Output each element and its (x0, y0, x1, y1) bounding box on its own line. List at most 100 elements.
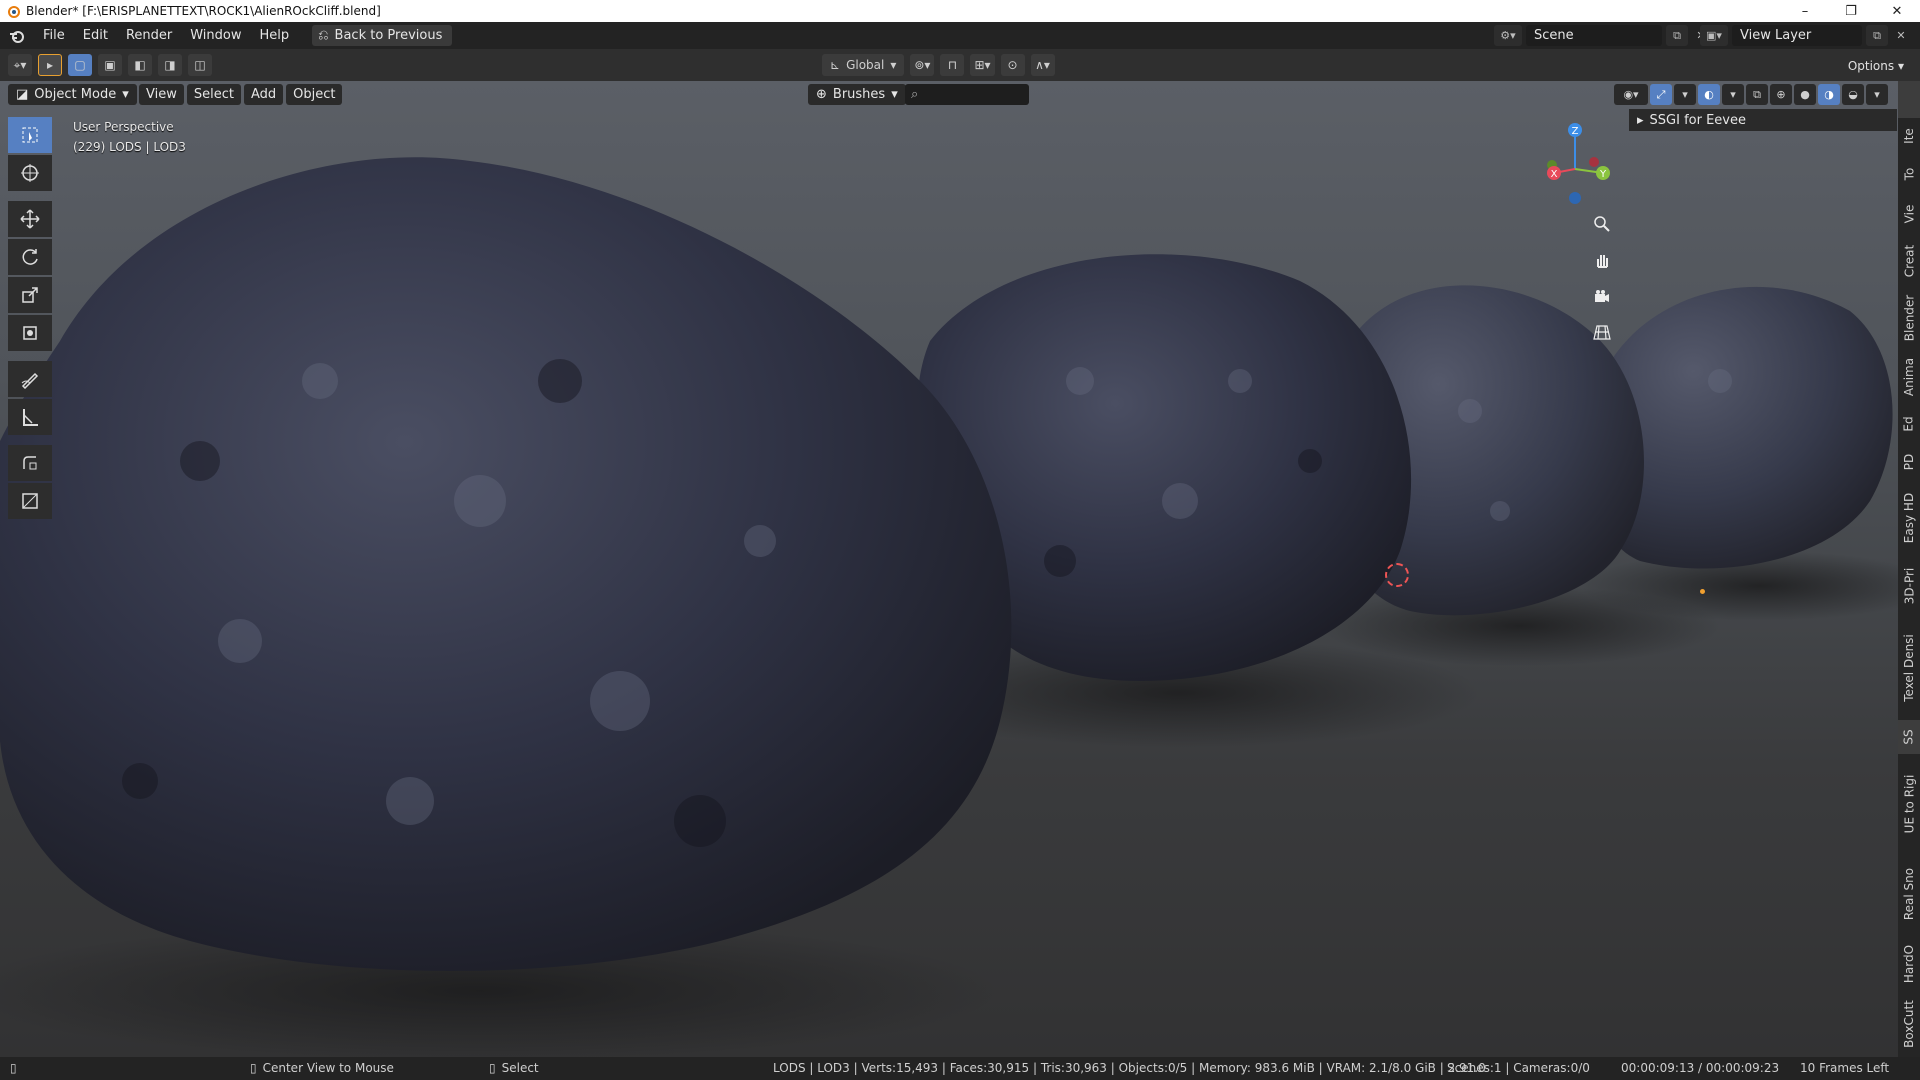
mouse-left-icon: ▯ (489, 1061, 496, 1075)
snap-toggle-icon[interactable]: ⊓ (940, 54, 965, 76)
annotate-tool[interactable] (8, 361, 52, 397)
sidebar-tab-item[interactable]: Ite (1898, 118, 1920, 154)
view-layer-name-field[interactable]: View Layer (1732, 25, 1862, 46)
active-object-label: (229) LODS | LOD3 (73, 140, 186, 154)
pivot-point-icon[interactable]: ⊚▾ (910, 54, 935, 76)
solid-shading-icon[interactable]: ● (1794, 84, 1816, 105)
options-label: Options (1847, 58, 1895, 73)
select-box-tool[interactable] (8, 117, 52, 153)
sidebar-tab-3d-print[interactable]: 3D-Pri (1898, 556, 1920, 616)
back-icon: ⎌ (318, 28, 329, 43)
rendered-shading-icon[interactable]: ◒ (1842, 84, 1864, 105)
visibility-icon[interactable]: ◉▾ (1614, 84, 1648, 105)
material-preview-icon[interactable]: ◑ (1818, 84, 1840, 105)
overlays-toggle-icon[interactable]: ◐ (1698, 84, 1720, 105)
transform-tool[interactable] (8, 315, 52, 351)
select-invert-icon[interactable]: ◨ (158, 54, 182, 76)
sidebar-tab-create[interactable]: Creat (1898, 236, 1920, 286)
transform-orientation-dropdown[interactable]: ⊾ Global ▾ (822, 54, 905, 76)
pan-hand-icon[interactable] (1587, 245, 1617, 275)
menu-edit[interactable]: Edit (74, 22, 117, 49)
sidebar-tab-tool[interactable]: To (1898, 156, 1920, 192)
select-new-icon[interactable]: ▢ (68, 54, 92, 76)
menu-window[interactable]: Window (181, 22, 250, 49)
frames-left: 10 Frames Left (1800, 1061, 1890, 1075)
scene-name-field[interactable]: Scene (1526, 25, 1662, 46)
add-cube-icon (23, 456, 37, 470)
select-extend-icon[interactable]: ▣ (98, 54, 122, 76)
sidebar-tab-view[interactable]: Vie (1898, 194, 1920, 234)
viewport-menu-object[interactable]: Object (286, 84, 343, 105)
globe-icon: ⊕ (816, 87, 827, 102)
move-tool[interactable] (8, 201, 52, 237)
sidebar-tab-blenderkit[interactable]: Blender (1898, 288, 1920, 348)
menu-render[interactable]: Render (117, 22, 181, 49)
viewport-menu-view[interactable]: View (139, 84, 184, 105)
3d-viewport[interactable]: ◪ Object Mode ▾ View Select Add Object ⊕… (0, 81, 1898, 1057)
viewport-menu-add[interactable]: Add (243, 84, 284, 105)
brushes-dropdown[interactable]: ⊕ Brushes ▾ (808, 84, 906, 105)
cursor-tool[interactable] (8, 155, 52, 191)
gizmo-neg-x[interactable] (1589, 157, 1599, 167)
sidebar-tab-real-snow[interactable]: Real Sno (1898, 854, 1920, 934)
status-hint-select: ▯ Select (489, 1061, 539, 1075)
options-dropdown[interactable]: Options ▾ (1839, 55, 1912, 76)
gizmo-toggle-icon[interactable]: ⤢ (1650, 84, 1672, 105)
select-intersect-icon[interactable]: ◫ (188, 54, 212, 76)
mouse-middle-icon: ▯ (250, 1061, 257, 1075)
new-view-layer-icon[interactable]: ⧉ (1866, 25, 1888, 46)
viewport-menu-select[interactable]: Select (186, 84, 241, 105)
sidebar-tab-edit[interactable]: Ed (1898, 406, 1920, 442)
shading-menu-icon[interactable]: ▾ (1866, 84, 1888, 105)
wireframe-shading-icon[interactable]: ⊕ (1770, 84, 1792, 105)
overlays-menu-icon[interactable]: ▾ (1722, 84, 1744, 105)
add-cube-tool[interactable] (8, 445, 52, 481)
sidebar-tab-pd[interactable]: PD (1898, 444, 1920, 480)
select-subtract-icon[interactable]: ◧ (128, 54, 152, 76)
zoom-icon[interactable] (1587, 209, 1617, 239)
menu-file[interactable]: File (34, 22, 74, 49)
minimize-button[interactable]: – (1782, 0, 1828, 22)
ssgi-panel-header[interactable]: ▸ SSGI for Eevee (1629, 109, 1897, 131)
sidebar-tabs: Ite To Vie Creat Blender Anima Ed PD Eas… (1898, 118, 1920, 1057)
maximize-button[interactable]: ❐ (1828, 0, 1874, 22)
sidebar-tab-easy-hdri[interactable]: Easy HD (1898, 482, 1920, 554)
sidebar-tab-ue-to-rigify[interactable]: UE to Rigi (1898, 756, 1920, 852)
camera-view-icon[interactable] (1587, 281, 1617, 311)
gizmo-neg-z[interactable] (1569, 192, 1581, 204)
scene-browse-icon[interactable]: ⚙▾ (1494, 25, 1522, 46)
perspective-toggle-icon[interactable] (1587, 317, 1617, 347)
falloff-icon[interactable]: ∧▾ (1030, 54, 1055, 76)
3d-cursor[interactable] (1385, 563, 1409, 587)
select-tool-icon[interactable]: ▸ (38, 54, 62, 76)
blender-app-icon (8, 6, 20, 18)
object-mode-dropdown[interactable]: ◪ Object Mode ▾ (8, 84, 137, 105)
xray-toggle-icon[interactable]: ⧉ (1746, 84, 1768, 105)
new-scene-icon[interactable]: ⧉ (1666, 25, 1688, 46)
proportional-edit-icon[interactable]: ⊙ (1000, 54, 1025, 76)
sidebar-tab-boxcutter[interactable]: BoxCutt (1898, 994, 1920, 1054)
window-title: Blender* [F:\ERISPLANETTEXT\ROCK1\AlienR… (26, 4, 381, 18)
close-button[interactable]: ✕ (1874, 0, 1920, 22)
delete-view-layer-icon[interactable]: ✕ (1892, 25, 1910, 46)
back-to-previous-button[interactable]: ⎌ Back to Previous (312, 25, 453, 46)
snap-target-icon[interactable]: ⊞▾ (970, 54, 995, 76)
gizmo-menu-icon[interactable]: ▾ (1674, 84, 1696, 105)
scale-tool[interactable] (8, 277, 52, 313)
blender-logo-icon[interactable] (0, 22, 34, 49)
gizmo-y-label: Y (1599, 169, 1607, 180)
measure-tool[interactable] (8, 399, 52, 435)
navigation-gizmo[interactable]: Z Y X (1530, 117, 1620, 207)
orientation-icon: ⊾ (830, 58, 841, 72)
view-layer-browse-icon[interactable]: ▣▾ (1700, 25, 1728, 46)
sidebar-tab-texel-density[interactable]: Texel Densi (1898, 618, 1920, 718)
editor-type-icon[interactable]: ⌖▾ (8, 54, 32, 76)
menu-help[interactable]: Help (251, 22, 299, 49)
sidebar-tab-hardops[interactable]: HardO (1898, 936, 1920, 992)
chevron-down-icon: ▾ (890, 58, 897, 72)
add-plane-tool[interactable] (8, 483, 52, 519)
brush-search-input[interactable]: ⌕ (905, 84, 1029, 105)
sidebar-tab-ss[interactable]: SS (1898, 720, 1920, 754)
sidebar-tab-animation[interactable]: Anima (1898, 350, 1920, 404)
rotate-tool[interactable] (8, 239, 52, 275)
